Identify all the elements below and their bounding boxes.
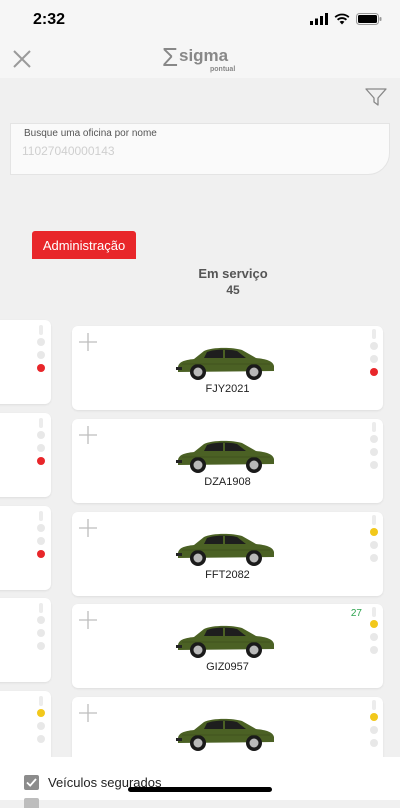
status-icons: [310, 13, 382, 25]
logo-symbol: Σ: [162, 42, 178, 72]
status-bar: 2:32: [0, 0, 400, 40]
traffic-light: [368, 515, 380, 571]
battery-icon: [356, 13, 382, 25]
car-icon: [176, 625, 274, 658]
light-red: [37, 550, 45, 558]
vehicle-plate: DZA1908: [204, 476, 251, 488]
light-off: [37, 431, 45, 439]
traffic-light: [368, 422, 380, 478]
search-box: Busque uma oficina por nome: [10, 123, 390, 175]
app-header: Σ sigma pontual: [0, 40, 400, 78]
traffic-light-pole: [39, 325, 43, 335]
light-off: [370, 355, 378, 363]
days-counter: 27: [350, 608, 362, 619]
traffic-light-pole: [372, 422, 376, 432]
light-off: [37, 351, 45, 359]
vehicle-card-partial[interactable]: [0, 598, 51, 682]
light-off: [370, 739, 378, 747]
light-off: [370, 541, 378, 549]
traffic-light: [35, 603, 47, 659]
light-off: [370, 554, 378, 562]
light-yellow: [37, 709, 45, 717]
light-off: [370, 726, 378, 734]
logo-subtext: pontual: [210, 66, 235, 73]
vehicle-plate: GIZ0957: [206, 661, 249, 673]
car-icon: [176, 440, 274, 473]
traffic-light-pole: [39, 511, 43, 521]
traffic-light-pole: [372, 700, 376, 710]
plus-icon[interactable]: [78, 703, 98, 723]
plus-icon[interactable]: [78, 425, 98, 445]
wifi-icon: [334, 13, 350, 25]
car-icon: [176, 718, 274, 751]
traffic-light: [368, 607, 380, 663]
light-yellow: [370, 620, 378, 628]
light-off: [37, 722, 45, 730]
vehicle-plate: FJY2021: [205, 383, 250, 395]
light-off: [370, 461, 378, 469]
traffic-light: [368, 700, 380, 756]
bottom-panel: Veículos segurados: [0, 757, 400, 808]
search-label: Busque uma oficina por nome: [24, 128, 157, 139]
plus-icon[interactable]: [78, 332, 98, 352]
close-icon[interactable]: [10, 47, 34, 71]
logo-text: sigma: [179, 46, 229, 65]
traffic-light: [35, 325, 47, 381]
plus-icon[interactable]: [78, 518, 98, 538]
traffic-light: [35, 418, 47, 474]
light-off: [37, 524, 45, 532]
traffic-light-pole: [39, 603, 43, 613]
light-off: [37, 629, 45, 637]
vehicle-card-partial[interactable]: [0, 506, 51, 590]
light-red: [370, 368, 378, 376]
vehicle-card[interactable]: FJY2021: [72, 326, 383, 410]
vehicle-card[interactable]: DZA1908: [72, 419, 383, 503]
column-count: 45: [226, 283, 240, 297]
tab-administracao[interactable]: Administração: [32, 231, 136, 259]
light-red: [37, 364, 45, 372]
traffic-light-pole: [372, 515, 376, 525]
light-off: [370, 342, 378, 350]
status-time: 2:32: [33, 11, 66, 28]
light-off: [37, 616, 45, 624]
plus-icon[interactable]: [78, 610, 98, 630]
traffic-light: [35, 511, 47, 567]
light-yellow: [370, 713, 378, 721]
light-red: [37, 457, 45, 465]
column-title: Em serviço: [198, 266, 268, 281]
light-off: [37, 338, 45, 346]
vehicle-card-partial[interactable]: [0, 413, 51, 497]
traffic-light-pole: [372, 607, 376, 617]
light-off: [37, 642, 45, 650]
light-off: [370, 646, 378, 654]
light-off: [37, 444, 45, 452]
light-off: [37, 735, 45, 743]
traffic-light: [35, 696, 47, 752]
traffic-light-pole: [372, 329, 376, 339]
signal-icon: [310, 13, 328, 25]
search-input[interactable]: [22, 141, 362, 161]
check-icon: [26, 778, 37, 787]
light-off: [370, 435, 378, 443]
car-icon: [176, 533, 274, 566]
traffic-light-pole: [39, 418, 43, 428]
light-off: [370, 633, 378, 641]
home-indicator[interactable]: [128, 787, 272, 792]
vehicle-card[interactable]: FFT2082: [72, 512, 383, 596]
filter-icon[interactable]: [364, 86, 388, 108]
light-off: [370, 448, 378, 456]
insured-vehicles-checkbox[interactable]: [24, 775, 39, 790]
traffic-light-pole: [39, 696, 43, 706]
light-yellow: [370, 528, 378, 536]
sigma-logo: Σ sigma pontual: [162, 42, 235, 73]
vehicle-plate: FFT2082: [205, 569, 250, 581]
light-off: [37, 537, 45, 545]
car-icon: [176, 347, 274, 380]
vehicle-card[interactable]: GIZ0957 27: [72, 604, 383, 688]
traffic-light: [368, 329, 380, 385]
vehicle-card-partial[interactable]: [0, 320, 51, 404]
